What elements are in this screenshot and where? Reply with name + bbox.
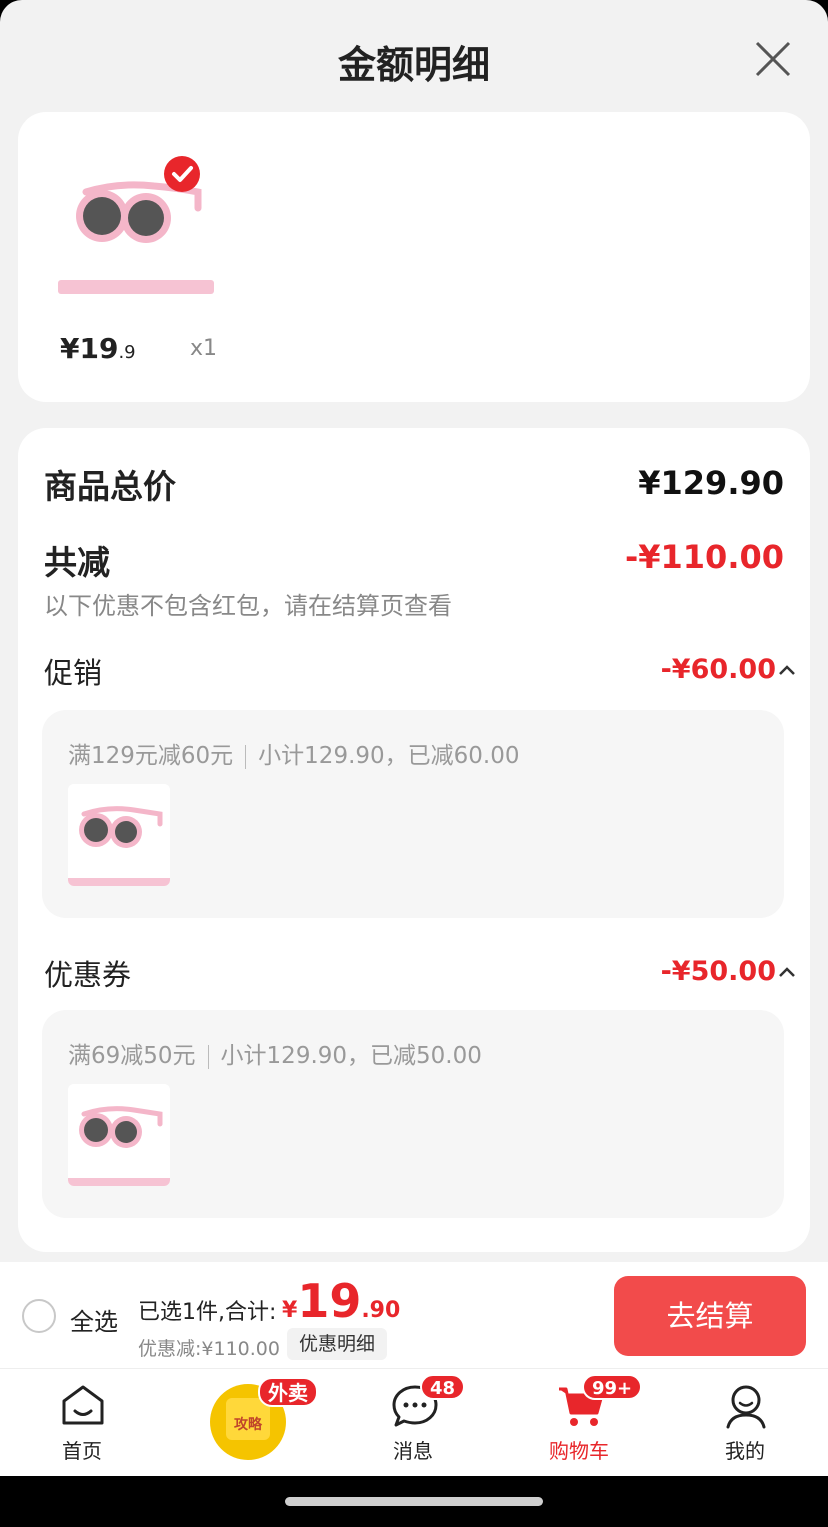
coupon-rule: 满69减50元 小计129.90，已减50.00 (68, 1043, 482, 1069)
checkout-button[interactable]: 去结算 (614, 1276, 806, 1356)
promotion-detail-box: 满129元减60元 小计129.90，已减60.00 (42, 710, 784, 918)
promotion-product-thumbnail[interactable] (68, 784, 170, 886)
discount-note: 以下优惠不包含红包，请在结算页查看 (44, 592, 452, 620)
tab-cart-label: 购物车 (549, 1439, 609, 1463)
tab-home[interactable]: 首页 (22, 1369, 142, 1477)
price-breakdown-card: 商品总价 ¥129.90 共减 -¥110.00 以下优惠不包含红包，请在结算页… (18, 428, 810, 1252)
reduce-value: -¥110.00 (624, 538, 784, 576)
selected-check-icon[interactable] (164, 156, 200, 192)
discount-amount: 优惠减:¥110.00 (138, 1338, 280, 1360)
product-card: ¥19.9 x1 (18, 112, 810, 402)
takeout-badge: 外卖 (258, 1377, 318, 1407)
coupon-detail-box: 满69减50元 小计129.90，已减50.00 (42, 1010, 784, 1218)
coupon-value[interactable]: -¥50.00 (661, 956, 776, 987)
cart-badge: 99+ (582, 1374, 643, 1400)
promotion-value[interactable]: -¥60.00 (661, 654, 776, 685)
total-price-value: ¥129.90 (638, 464, 784, 502)
sheet-title: 金额明细 (337, 43, 490, 87)
product-price: ¥19.9 (60, 332, 136, 365)
home-icon (62, 1385, 104, 1425)
chevron-up-icon[interactable] (778, 966, 796, 978)
close-icon[interactable] (754, 40, 792, 78)
reduce-label: 共减 (44, 543, 110, 582)
product-quantity: x1 (190, 336, 218, 361)
total-price-label: 商品总价 (44, 467, 176, 506)
coupon-label[interactable]: 优惠券 (44, 952, 131, 994)
discount-detail-button[interactable]: 优惠明细 (287, 1328, 388, 1360)
promotion-rule: 满129元减60元 小计129.90，已减60.00 (68, 743, 520, 769)
messages-badge: 48 (420, 1374, 466, 1400)
checkout-bar: 全选 已选1件,合计: ¥19.90 优惠减:¥110.00 优惠明细 去结算 (0, 1262, 828, 1368)
chevron-up-icon[interactable] (778, 664, 796, 676)
tab-mine-label: 我的 (725, 1439, 765, 1463)
selected-count-text: 已选1件,合计: (138, 1300, 277, 1325)
promotion-label[interactable]: 促销 (44, 650, 102, 692)
tab-messages-label: 消息 (393, 1439, 433, 1463)
home-indicator (285, 1497, 543, 1506)
coupon-product-thumbnail[interactable] (68, 1084, 170, 1186)
amount-detail-sheet: 金额明细 ¥19.9 x1 商品总价 ¥129.90 共减 -¥110.00 以… (0, 0, 828, 1262)
user-icon (726, 1385, 766, 1429)
tab-mine[interactable]: 我的 (685, 1369, 805, 1477)
bottom-tab-bar: 首页 消息 购物车 我的 (0, 1368, 828, 1476)
total-amount: ¥19.90 (282, 1274, 401, 1328)
select-all-label[interactable]: 全选 (70, 1302, 118, 1337)
tab-home-label: 首页 (62, 1439, 102, 1463)
select-all-radio[interactable] (22, 1299, 56, 1333)
